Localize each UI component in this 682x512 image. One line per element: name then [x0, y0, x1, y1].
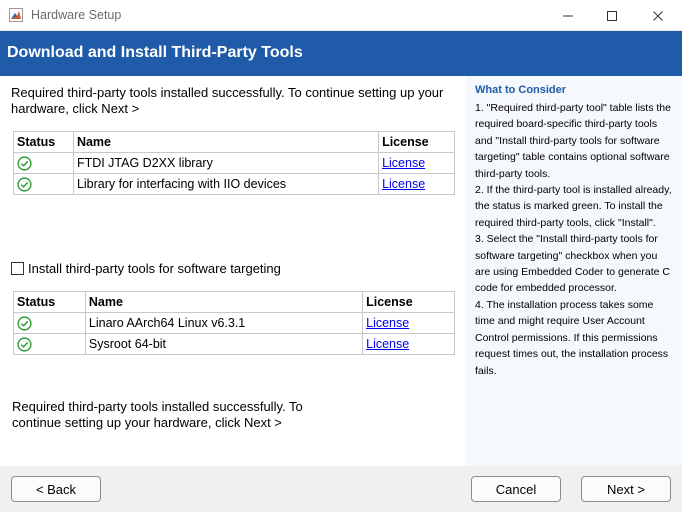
sidebar-body: 1. "Required third-party tool" table lis…: [475, 100, 675, 379]
column-header-license: License: [362, 291, 455, 313]
title-bar: Hardware Setup: [0, 0, 682, 31]
column-header-name: Name: [72, 131, 380, 153]
maximize-icon: [607, 10, 617, 21]
page-title: Download and Install Third-Party Tools: [7, 44, 303, 61]
cancel-button[interactable]: Cancel: [471, 476, 561, 502]
check-circle-icon: [17, 177, 32, 192]
license-cell: License: [362, 312, 455, 334]
optional-tools-table: Status Name License Linaro AArch64 Linux…: [13, 291, 455, 355]
close-icon: [653, 10, 663, 21]
tool-name: Sysroot 64-bit: [84, 333, 364, 355]
license-link[interactable]: License: [382, 177, 425, 191]
header-banner: Download and Install Third-Party Tools: [0, 31, 682, 76]
maximize-button[interactable]: [590, 0, 634, 31]
software-targeting-checkbox[interactable]: [11, 262, 24, 275]
what-to-consider-panel: What to Consider 1. "Required third-part…: [466, 76, 682, 466]
license-cell: License: [378, 173, 455, 195]
check-circle-icon: [17, 156, 32, 171]
table-row: Linaro AArch64 Linux v6.3.1 License: [13, 312, 455, 334]
status-cell: [13, 312, 86, 334]
table-header-row: Status Name License: [13, 291, 455, 313]
table-header-row: Status Name License: [13, 131, 455, 153]
column-header-license: License: [378, 131, 455, 153]
outro-text: Required third-party tools installed suc…: [12, 399, 303, 430]
checkbox-label: Install third-party tools for software t…: [28, 261, 281, 276]
license-cell: License: [362, 333, 455, 355]
sidebar-heading: What to Consider: [475, 84, 567, 96]
status-cell: [13, 173, 74, 195]
table-row: FTDI JTAG D2XX library License: [13, 152, 455, 174]
footer-bar: < Back Cancel Next >: [0, 466, 682, 512]
tool-name: FTDI JTAG D2XX library: [72, 152, 380, 174]
consider-item: 2. If the third-party tool is installed …: [475, 184, 672, 229]
status-cell: [13, 333, 86, 355]
back-button[interactable]: < Back: [11, 476, 101, 502]
column-header-status: Status: [13, 291, 86, 313]
minimize-icon: [563, 15, 573, 16]
check-circle-icon: [17, 316, 32, 331]
close-button[interactable]: [636, 0, 680, 31]
required-tools-table: Status Name License FTDI JTAG D2XX libra…: [13, 131, 455, 195]
consider-item: 1. "Required third-party tool" table lis…: [475, 102, 671, 180]
license-link[interactable]: License: [366, 316, 409, 330]
tool-name: Library for interfacing with IIO devices: [72, 173, 380, 195]
column-header-status: Status: [13, 131, 74, 153]
license-link[interactable]: License: [382, 156, 425, 170]
tool-name: Linaro AArch64 Linux v6.3.1: [84, 312, 364, 334]
minimize-button[interactable]: [546, 0, 590, 31]
check-circle-icon: [17, 337, 32, 352]
main-panel: Required third-party tools installed suc…: [0, 76, 466, 466]
consider-item: 3. Select the "Install third-party tools…: [475, 233, 670, 295]
column-header-name: Name: [84, 291, 364, 313]
table-row: Library for interfacing with IIO devices…: [13, 173, 455, 195]
table-row: Sysroot 64-bit License: [13, 333, 455, 355]
status-cell: [13, 152, 74, 174]
license-cell: License: [378, 152, 455, 174]
matlab-logo-icon: [9, 8, 23, 22]
window-title: Hardware Setup: [31, 8, 122, 22]
consider-item: 4. The installation process takes some t…: [475, 298, 669, 377]
license-link[interactable]: License: [366, 337, 409, 351]
intro-text: Required third-party tools installed suc…: [11, 85, 444, 116]
next-button[interactable]: Next >: [581, 476, 671, 502]
software-targeting-checkbox-row[interactable]: Install third-party tools for software t…: [11, 261, 281, 276]
